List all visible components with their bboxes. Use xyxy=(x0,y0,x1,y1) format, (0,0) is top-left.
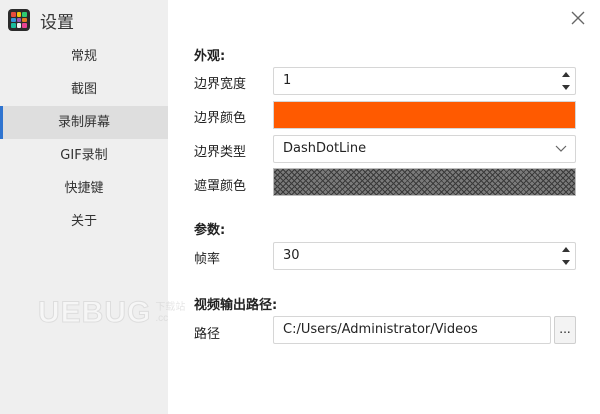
border-color-swatch[interactable] xyxy=(273,101,576,129)
sidebar-nav: 常规 截图 录制屏幕 GIF录制 快捷键 关于 xyxy=(0,40,168,238)
border-type-label: 边界类型 xyxy=(194,145,247,160)
border-color-label: 边界颜色 xyxy=(194,111,247,126)
frame-rate-label: 帧率 xyxy=(194,252,221,267)
border-type-value: DashDotLine xyxy=(283,141,367,156)
sidebar-item-screen-recording[interactable]: 录制屏幕 xyxy=(0,106,168,139)
sidebar-item-about[interactable]: 关于 xyxy=(0,205,168,238)
close-button[interactable] xyxy=(568,8,588,28)
border-width-stepper[interactable] xyxy=(557,68,575,94)
output-path-input[interactable]: C:/Users/Administrator/Videos xyxy=(273,316,551,344)
frame-rate-stepper[interactable] xyxy=(557,243,575,269)
sidebar-item-screenshot[interactable]: 截图 xyxy=(0,73,168,106)
output-path-value: C:/Users/Administrator/Videos xyxy=(283,322,478,337)
border-type-select[interactable]: DashDotLine xyxy=(273,135,576,163)
border-width-input[interactable]: 1 xyxy=(273,67,576,95)
path-label: 路径 xyxy=(194,327,221,342)
spin-up-icon[interactable] xyxy=(562,72,570,77)
spin-up-icon[interactable] xyxy=(562,247,570,252)
sidebar-item-shortcuts[interactable]: 快捷键 xyxy=(0,172,168,205)
sidebar-item-gif-recording[interactable]: GIF录制 xyxy=(0,139,168,172)
frame-rate-input[interactable]: 30 xyxy=(273,242,576,270)
border-width-value: 1 xyxy=(283,73,292,88)
app-logo-icon xyxy=(8,9,30,31)
close-icon xyxy=(571,11,585,25)
app-title: 设置 xyxy=(40,12,74,33)
frame-rate-value: 30 xyxy=(283,248,300,263)
settings-sidebar: 设置 常规 截图 录制屏幕 GIF录制 快捷键 关于 xyxy=(0,0,168,414)
spin-down-icon[interactable] xyxy=(562,260,570,265)
sidebar-item-general[interactable]: 常规 xyxy=(0,40,168,73)
mask-color-label: 遮罩颜色 xyxy=(194,179,247,194)
params-section-title: 参数: xyxy=(194,223,226,238)
chevron-down-icon xyxy=(555,145,567,152)
mask-color-swatch[interactable] xyxy=(273,168,576,196)
appearance-section-title: 外观: xyxy=(194,49,226,64)
border-width-label: 边界宽度 xyxy=(194,77,247,92)
app-header: 设置 xyxy=(8,8,74,33)
output-section-title: 视频输出路径: xyxy=(194,298,278,313)
spin-down-icon[interactable] xyxy=(562,85,570,90)
browse-button[interactable]: ... xyxy=(554,316,576,344)
